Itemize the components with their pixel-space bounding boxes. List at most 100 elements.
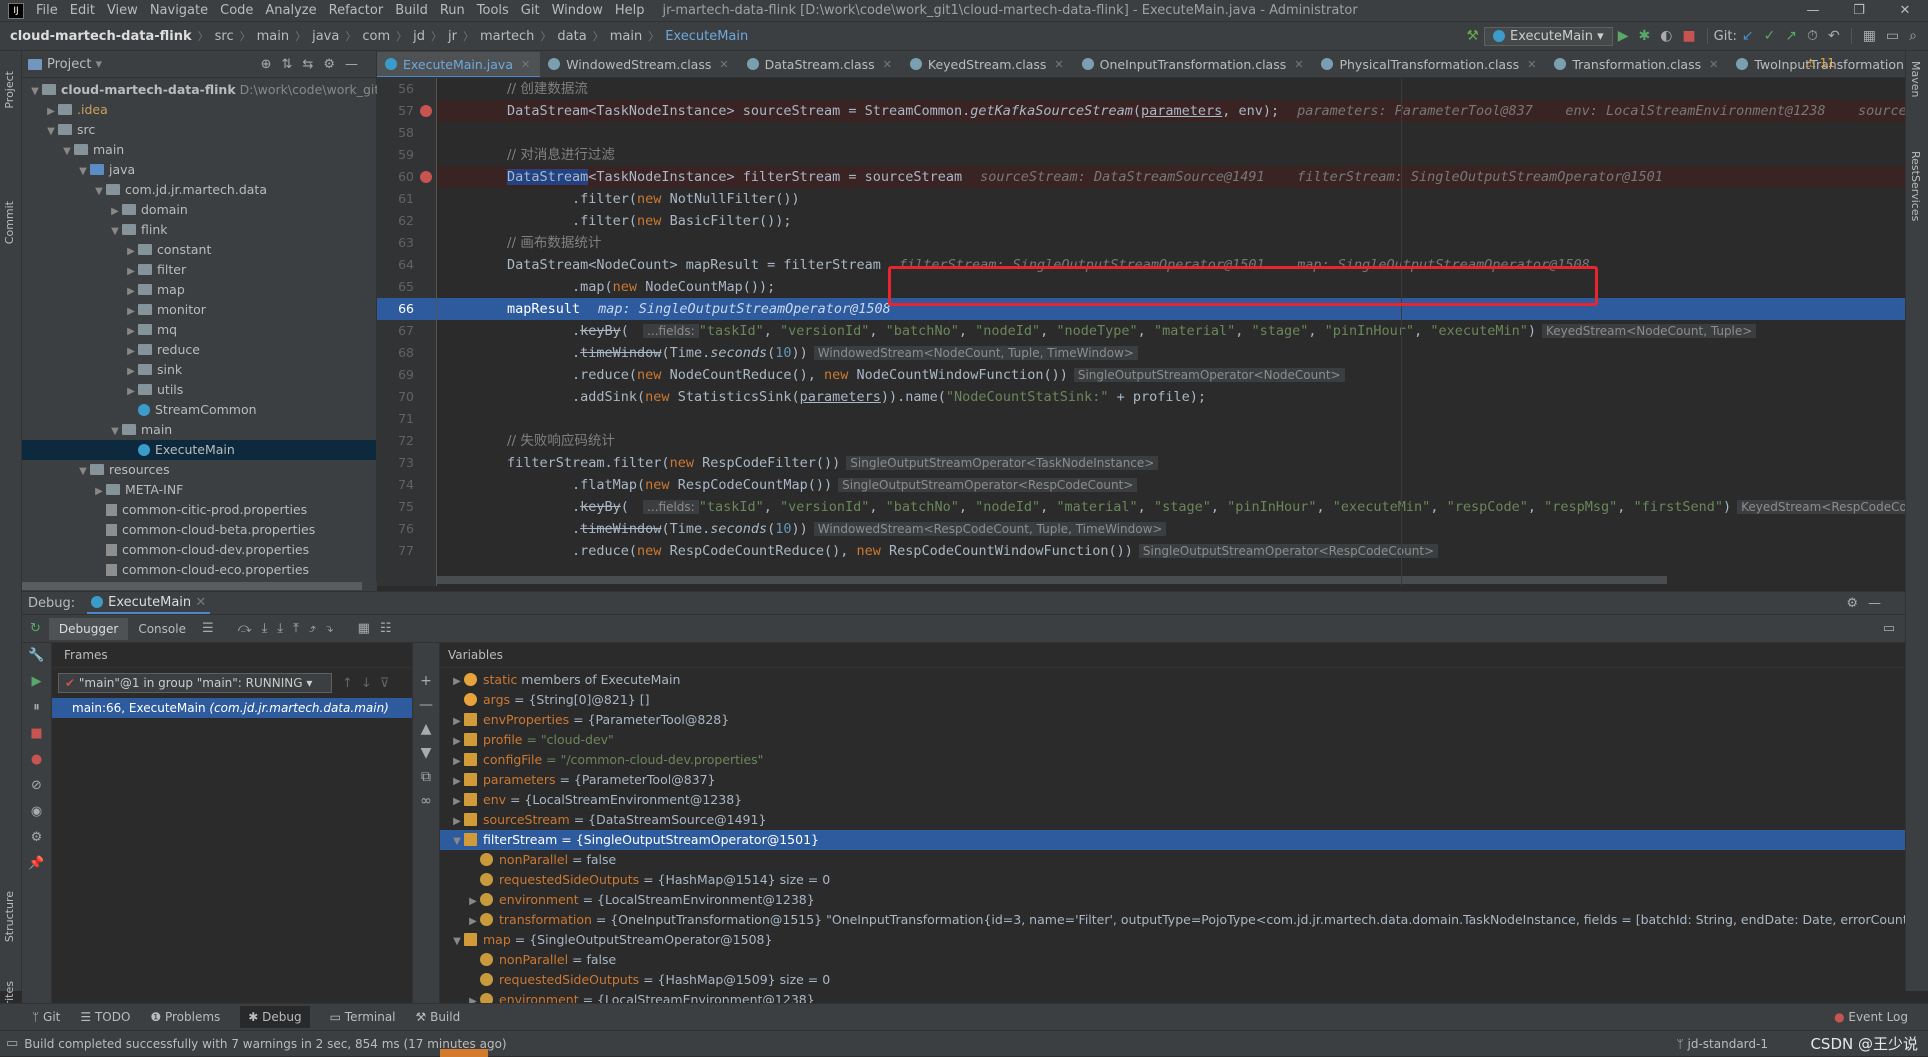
breadcrumb-item[interactable]: java [312,29,339,44]
line-number[interactable]: 76 [377,518,436,540]
close-icon[interactable]: ✕ [1882,3,1928,18]
thread-select[interactable]: ✔ "main"@1 in group "main": RUNNING ▾ [58,673,332,693]
chevron-down-icon[interactable]: ▼ [76,462,90,482]
move-up-icon[interactable]: ▲ [413,717,439,741]
line-number[interactable]: 73 [377,452,436,474]
settings-icon[interactable]: ⚙ [22,825,51,851]
chevron-right-icon[interactable]: ▶ [124,282,138,302]
tree-item[interactable]: ▼ main [22,140,376,160]
project-scrollbar[interactable] [22,581,377,591]
mute-breakpoints-icon[interactable]: ⊘ [22,773,51,799]
camera-icon[interactable]: ◉ [22,799,51,825]
variable-row[interactable]: nonParallel = false [440,850,1905,870]
line-number[interactable]: 69 [377,364,436,386]
line-number[interactable]: 67 [377,320,436,342]
stop-debug-icon[interactable]: ■ [22,721,51,747]
breadcrumb-item[interactable]: martech [480,29,534,44]
tree-item[interactable]: common-citic-prod.properties [22,500,376,520]
close-tab-icon[interactable]: ✕ [1527,58,1536,71]
rollback-icon[interactable]: ↶ [1828,28,1840,44]
breakpoint-icon[interactable] [420,171,432,183]
breadcrumb-item[interactable]: com [362,29,390,44]
menu-edit[interactable]: Edit [64,3,101,18]
tree-item[interactable]: ▶ .idea [22,100,376,120]
git-commit-icon[interactable]: ✓ [1764,28,1776,44]
breadcrumb-item[interactable]: cloud-martech-data-flink [10,29,192,44]
tool-button-todo[interactable]: ☰ TODO [80,1010,130,1024]
variable-row[interactable]: requestedSideOutputs = {HashMap@1509} si… [440,970,1905,990]
layout-settings-icon[interactable]: ▭ [1883,621,1895,636]
tool-button-problems[interactable]: ❶ Problems [150,1010,220,1024]
chevron-right-icon[interactable]: ▶ [124,302,138,322]
menu-window[interactable]: Window [546,3,609,18]
menu-file[interactable]: File [30,3,64,18]
line-number[interactable]: 64 [377,254,436,276]
tree-item[interactable]: common-cloud-dev.properties [22,540,376,560]
chevron-right-icon[interactable]: ▶ [124,242,138,262]
rest-services-tool-tab[interactable]: RestServices [1909,151,1922,221]
chevron-right-icon[interactable]: ▶ [450,732,464,752]
line-number[interactable]: 71 [377,408,436,430]
breadcrumb-item[interactable]: jr [448,29,457,44]
tool-button-debug[interactable]: ✱ Debug [240,1006,310,1028]
chevron-right-icon[interactable]: ▶ [466,892,480,912]
variable-row[interactable]: ▶ configFile = "/common-cloud-dev.propert… [440,750,1905,770]
variable-row[interactable]: ▶ environment = {LocalStreamEnvironment@1… [440,990,1905,1003]
close-tab-icon[interactable]: ✕ [883,58,892,71]
line-number[interactable]: 59 [377,144,436,166]
tree-item[interactable]: StreamCommon [22,400,376,420]
close-tab-icon[interactable]: ✕ [1294,58,1303,71]
tab-physicaltransformation-class[interactable]: PhysicalTransformation.class ✕ [1313,51,1546,77]
debug-icon[interactable]: ✱ [1638,28,1650,44]
editor-horizontal-scrollbar[interactable] [437,576,1667,584]
tree-item[interactable]: ▼ resources [22,460,376,480]
run-config-select[interactable]: ExecuteMain ▾ [1483,26,1613,46]
breadcrumb-item[interactable]: jd [413,29,425,44]
menu-build[interactable]: Build [389,3,434,18]
variable-row[interactable]: ▶ static members of ExecuteMain [440,670,1905,690]
tree-item[interactable]: ▼ src [22,120,376,140]
menu-analyze[interactable]: Analyze [259,3,322,18]
variable-row[interactable]: args = {String[0]@821} [] [440,690,1905,710]
tab-transformation-class[interactable]: Transformation.class ✕ [1546,51,1728,77]
tab-console[interactable]: Console [128,618,196,640]
project-structure-icon[interactable]: ▦ [1863,28,1876,44]
chevron-right-icon[interactable]: ▶ [124,342,138,362]
breadcrumb-item[interactable]: main [257,29,289,44]
chevron-right-icon[interactable]: ▶ [450,712,464,732]
move-down-icon[interactable]: ▼ [413,741,439,765]
chevron-right-icon[interactable]: ▶ [124,362,138,382]
chevron-down-icon[interactable]: ▼ [76,162,90,182]
tab-keyedstream-class[interactable]: KeyedStream.class ✕ [902,51,1074,77]
menu-view[interactable]: View [101,3,144,18]
wrench-icon[interactable]: 🔧 [22,643,51,669]
tree-item[interactable]: common-cloud-beta.properties [22,520,376,540]
breadcrumb-item[interactable]: src [215,29,234,44]
close-tab-icon[interactable]: ✕ [719,58,728,71]
menu-navigate[interactable]: Navigate [144,3,214,18]
close-tab-icon[interactable]: ✕ [521,58,530,71]
tab-windowedstream-class[interactable]: WindowedStream.class ✕ [540,51,738,77]
variable-row[interactable]: ▶ profile = "cloud-dev" [440,730,1905,750]
tab-datastream-class[interactable]: DataStream.class ✕ [739,51,902,77]
menu-refactor[interactable]: Refactor [323,3,390,18]
tool-button-build[interactable]: ⚒ Build [416,1010,461,1024]
line-number[interactable]: 62 [377,210,436,232]
tree-item[interactable]: ▼ java [22,160,376,180]
variable-row[interactable]: ▶ transformation = {OneInputTransformatio… [440,910,1905,930]
chevron-down-icon[interactable]: ▼ [108,222,122,242]
chevron-right-icon[interactable]: ▶ [466,992,480,1003]
breadcrumb-item[interactable]: ExecuteMain [665,29,748,44]
chevron-right-icon[interactable]: ▶ [450,792,464,812]
variable-row[interactable]: nonParallel = false [440,950,1905,970]
debug-session-tab[interactable]: ExecuteMain ✕ [87,593,211,614]
git-update-icon[interactable]: ↙ [1742,28,1754,44]
line-number[interactable]: 77 [377,540,436,562]
tab-oneinputtransformation-class[interactable]: OneInputTransformation.class ✕ [1074,51,1314,77]
status-message[interactable]: Build completed successfully with 7 warn… [24,1037,506,1051]
tree-item[interactable]: ▶ reduce [22,340,376,360]
variable-row[interactable]: requestedSideOutputs = {HashMap@1514} si… [440,870,1905,890]
debug-settings-icon[interactable]: ⚙— [1846,596,1891,611]
search-icon[interactable]: ⌕ [1909,28,1917,44]
structure-tool-tab[interactable]: Structure [3,891,16,942]
